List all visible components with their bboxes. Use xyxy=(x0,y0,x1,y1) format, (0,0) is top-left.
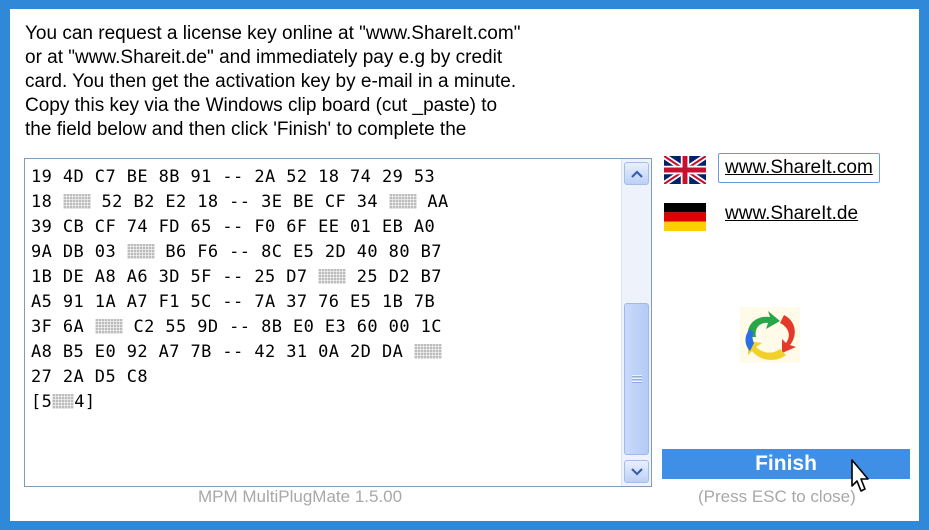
scroll-down-button[interactable] xyxy=(624,460,649,483)
scroll-up-button[interactable] xyxy=(624,162,649,185)
chevron-down-icon xyxy=(630,467,643,476)
key-line: 27 2A D5 C8 xyxy=(31,367,148,387)
vertical-scrollbar[interactable] xyxy=(621,159,651,486)
key-line: 3F 6A C2 55 9D -- 8B E0 E3 60 00 1C xyxy=(31,317,442,337)
instruction-line: Copy this key via the Windows clip board… xyxy=(25,95,498,116)
key-line: 1B DE A8 A6 3D 5F -- 25 D7 25 D2 B7 xyxy=(31,267,442,287)
redacted-block xyxy=(94,319,123,334)
key-line: 9A DB 03 B6 F6 -- 8C E5 2D 40 80 B7 xyxy=(31,242,442,262)
shareit-de-link[interactable]: www.ShareIt.de xyxy=(725,203,858,225)
license-key-field[interactable]: 19 4D C7 BE 8B 91 -- 2A 52 18 74 29 53 18… xyxy=(24,158,652,487)
redacted-block xyxy=(52,394,75,409)
grip-icon xyxy=(631,374,642,384)
mouse-pointer-icon xyxy=(851,459,869,492)
key-line: [5 4] xyxy=(31,392,96,412)
multiplugmate-logo-icon xyxy=(740,307,800,363)
instructions-text: You can request a license key online at … xyxy=(25,22,585,142)
chevron-up-icon xyxy=(630,169,643,178)
redacted-block xyxy=(62,194,91,209)
redacted-block xyxy=(126,244,155,259)
redacted-block xyxy=(318,269,347,284)
flag-de-icon[interactable] xyxy=(664,203,706,231)
key-line: A5 91 1A A7 F1 5C -- 7A 37 76 E5 1B 7B xyxy=(31,292,436,312)
finish-button[interactable]: Finish xyxy=(662,449,910,479)
shareit-com-link[interactable]: www.ShareIt.com xyxy=(718,153,880,183)
instruction-line: You can request a license key online at … xyxy=(25,23,521,44)
key-line: 39 CB CF 74 FD 65 -- F0 6F EE 01 EB A0 xyxy=(31,217,436,237)
key-line: A8 B5 E0 92 A7 7B -- 42 31 0A 2D DA xyxy=(31,340,615,365)
key-line: 18 52 B2 E2 18 -- 3E BE CF 34 AA xyxy=(31,192,449,212)
flag-uk-icon[interactable] xyxy=(664,156,706,184)
scrollbar-thumb[interactable] xyxy=(624,303,649,455)
instruction-line: the field below and then click 'Finish' … xyxy=(25,119,467,140)
esc-hint: (Press ESC to close) xyxy=(698,487,856,506)
key-line: 19 4D C7 BE 8B 91 -- 2A 52 18 74 29 53 xyxy=(31,167,436,187)
instruction-line: or at "www.Shareit.de" and immediately p… xyxy=(25,47,503,68)
redacted-block xyxy=(413,344,442,359)
instruction-line: card. You then get the activation key by… xyxy=(25,71,517,92)
license-key-text[interactable]: 19 4D C7 BE 8B 91 -- 2A 52 18 74 29 53 18… xyxy=(31,165,615,415)
version-footer: MPM MultiPlugMate 1.5.00 xyxy=(198,487,403,506)
redacted-block xyxy=(388,194,417,209)
